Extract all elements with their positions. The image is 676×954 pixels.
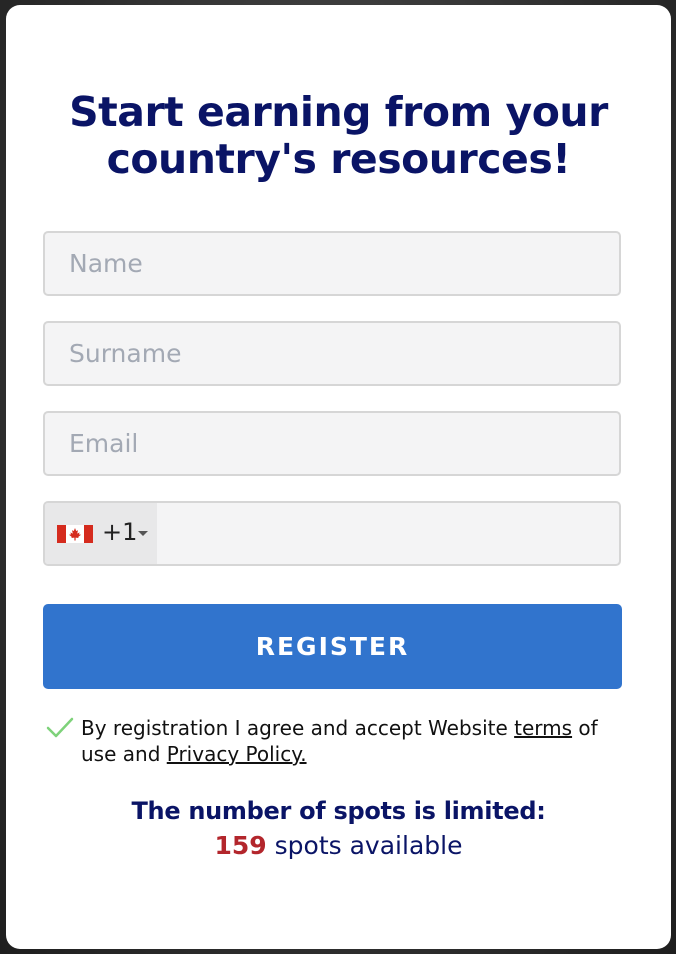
terms-link[interactable]: terms (514, 716, 572, 740)
spots-available: 159 spots available (6, 831, 671, 860)
register-button[interactable]: REGISTER (43, 604, 622, 689)
agreement-prefix: By registration I agree and accept Websi… (81, 716, 515, 740)
phone-field[interactable]: +1 (43, 501, 621, 566)
privacy-policy-link[interactable]: Privacy Policy. (167, 742, 307, 766)
phone-input[interactable] (157, 503, 619, 564)
spots-count: 159 (214, 831, 267, 860)
limited-notice: The number of spots is limited: (131, 797, 546, 825)
checkmark-icon[interactable] (46, 717, 74, 739)
country-code-selector[interactable]: +1 (45, 503, 157, 564)
name-field[interactable] (43, 231, 621, 296)
registration-modal: Start earning from your country's resour… (6, 5, 671, 949)
canada-flag-icon (57, 525, 93, 543)
agreement-text: By registration I agree and accept Websi… (81, 715, 621, 767)
dial-code: +1 (102, 518, 138, 546)
surname-field[interactable] (43, 321, 621, 386)
surname-input[interactable] (45, 323, 619, 384)
form-title: Start earning from your country's resour… (69, 88, 608, 183)
agreement: By registration I agree and accept Websi… (43, 715, 622, 775)
caret-down-icon (138, 531, 148, 536)
email-input[interactable] (45, 413, 619, 474)
email-field[interactable] (43, 411, 621, 476)
spots-suffix: spots available (266, 831, 463, 860)
name-input[interactable] (45, 233, 619, 294)
